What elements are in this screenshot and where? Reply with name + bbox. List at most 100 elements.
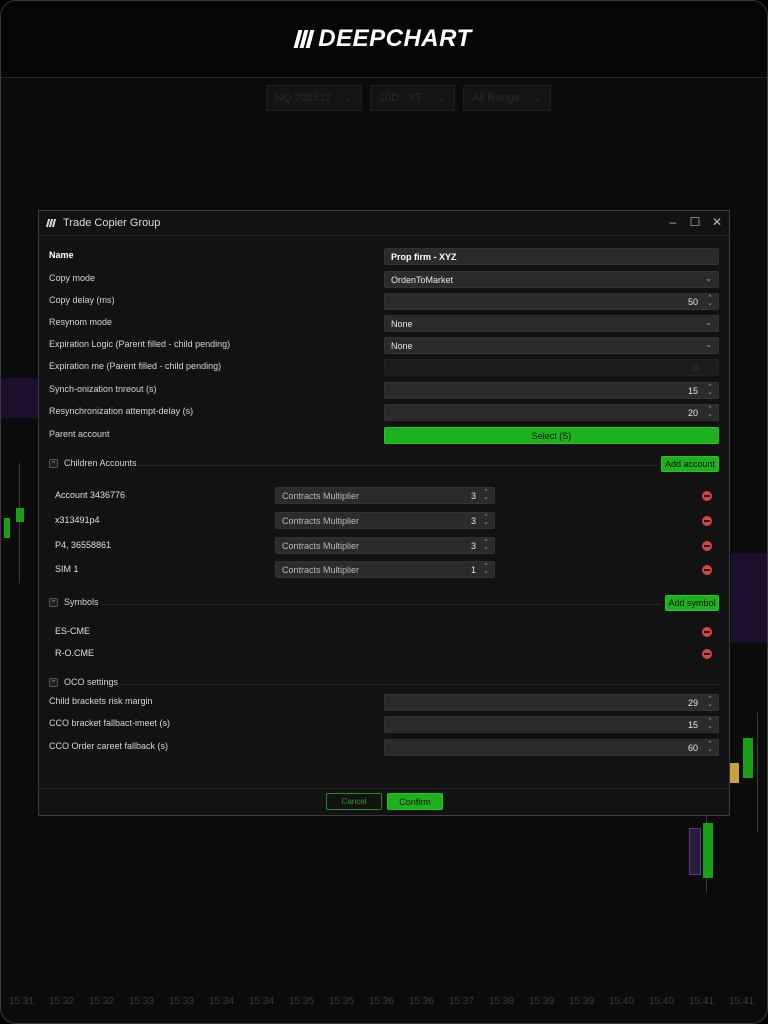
child-account-row: Account 3436776 Contracts Multiplier 3 ⌃ ⌄ [49,487,719,505]
symbol-name: ES-CME [55,626,91,636]
stepper-icon[interactable]: ⌃ ⌄ [707,295,713,307]
time-axis-tick: 15:39 [569,996,595,1007]
section-divider [137,465,657,466]
time-axis-tick: 15:35 [329,996,355,1007]
time-axis-tick: 15:34 [209,996,235,1007]
bracket-fallback-row: CCO bracket fallbact-imeet (s) 15 ⌃ ⌄ [49,716,719,734]
remove-icon[interactable] [702,541,712,551]
stepper-icon[interactable]: ⌃ ⌄ [707,718,713,730]
stepper-icon[interactable]: ⌃ ⌄ [707,696,713,708]
time-axis-tick: 15:41 [689,996,715,1007]
maximize-icon[interactable]: ☐ [689,215,701,229]
sync-timeout-row: Synch-onization tnreout (s) 15 ⌃ ⌄ [49,382,719,400]
stepper-icon[interactable]: ⌃ ⌄ [483,539,489,551]
chevron-down-icon: ⌄ [705,318,712,327]
section-divider [121,684,719,685]
symbol-row: R-O.CME [49,645,719,663]
symbol-row: ES-CME [49,623,719,641]
copy-delay-value: 50 [687,296,698,307]
symbol-select-label: NQ 202512 [275,92,332,104]
symbol-name: R-O.CME [55,648,94,658]
multiplier-input[interactable]: Contracts Multiplier 3 ⌃ ⌄ [275,487,495,504]
stepper-icon[interactable]: ⌃ ⌄ [483,514,489,526]
cancel-button-label: Cancel [341,797,367,806]
multiplier-label: Contracts Multiplier [282,540,360,551]
add-account-button[interactable]: Add account [661,456,719,472]
multiplier-input[interactable]: Contracts Multiplier 3 ⌃ ⌄ [275,512,495,529]
stepper-icon[interactable]: ⌃ ⌄ [707,384,713,396]
resync-mode-select[interactable]: None ⌄ [384,315,719,332]
exp-time-row: Expiration me (Parent filled - child pen… [49,359,719,377]
select-parent-button-label: Select (S) [531,430,572,441]
copy-mode-label: Copy mode [49,273,96,283]
exp-time-input[interactable]: 0 [384,359,719,376]
remove-icon[interactable] [702,565,712,575]
candle-wick [19,463,20,583]
candle [703,823,713,878]
collapse-toggle-icon[interactable]: ⌃ [49,459,58,468]
multiplier-input[interactable]: Contracts Multiplier 3 ⌃ ⌄ [275,537,495,554]
chevron-down-icon: ⌄ [705,274,712,283]
logo-mark-icon [293,30,315,48]
copy-delay-label: Copy delay (ms) [49,295,115,305]
remove-icon[interactable] [702,516,712,526]
name-input-value: Prop firm - XYZ [391,251,457,262]
multiplier-value: 3 [470,541,476,551]
collapse-toggle-icon[interactable]: ⌃ [49,678,58,687]
collapse-toggle-icon[interactable]: ⌃ [49,598,58,607]
volume-profile-band [731,553,767,643]
candle [4,518,10,538]
cancel-button[interactable]: Cancel [326,793,382,810]
resync-delay-label: Resynchronization attempt-delay (s) [49,406,194,416]
stepper-icon[interactable]: ⌃ ⌄ [707,741,713,753]
child-margin-value: 29 [687,697,698,708]
bracket-fallback-input[interactable]: 15 ⌃ ⌄ [384,716,719,733]
candle [743,738,753,778]
dialog-titlebar: Trade Copier Group – ☐ ✕ [39,211,729,236]
select-parent-button[interactable]: Select (S) [384,427,719,444]
time-axis-tick: 15:34 [249,996,275,1007]
child-margin-input[interactable]: 29 ⌃ ⌄ [384,694,719,711]
resync-mode-value: None [391,318,413,329]
range-select[interactable]: All Range ⌄ [463,85,551,111]
multiplier-input[interactable]: Contracts Multiplier 1 ⌃ ⌄ [275,561,495,578]
confirm-button[interactable]: Confirm [387,793,443,810]
remove-icon[interactable] [702,627,712,637]
order-fallback-input[interactable]: 60 ⌃ ⌄ [384,739,719,756]
children-section-header: ⌃ Children Accounts Add account [49,455,719,473]
child-account-name: Account 3436776 [55,490,126,500]
resync-delay-row: Resynchronization attempt-delay (s) 20 ⌃ ⌄ [49,404,719,422]
remove-icon[interactable] [702,649,712,659]
close-icon[interactable]: ✕ [711,215,723,229]
add-symbol-button[interactable]: Add symbol [665,595,719,611]
name-input[interactable]: Prop firm - XYZ [384,248,719,265]
minimize-icon[interactable]: – [667,215,679,229]
copy-delay-input[interactable]: 50 ⌃ ⌄ [384,293,719,310]
stepper-icon[interactable]: ⌃ ⌄ [483,489,489,501]
multiplier-value: 1 [470,565,476,575]
chevron-down-icon: ⌄ [343,92,353,105]
chevron-down-icon: ⌄ [436,92,446,105]
stepper-icon[interactable]: ⌃ ⌄ [483,563,489,575]
stepper-icon[interactable]: ⌃ ⌄ [707,406,713,418]
child-account-row: x313491p4 Contracts Multiplier 3 ⌃ ⌄ [49,512,719,530]
child-account-name: SIM 1 [55,564,79,574]
range-select-label: All Range [472,92,520,104]
symbol-select[interactable]: NQ 202512 ⌄ [266,85,362,111]
remove-icon[interactable] [702,491,712,501]
exp-logic-label: Expiration Logic (Parent filled - child … [49,339,231,349]
bracket-fallback-label: CCO bracket fallbact-imeet (s) [49,718,171,728]
interval-select[interactable]: 10D · 8T ⌄ [370,85,455,111]
dialog-footer: Cancel Confirm [39,788,729,817]
time-axis-tick: 15:32 [89,996,115,1007]
sync-timeout-input[interactable]: 15 ⌃ ⌄ [384,382,719,399]
parent-account-row: Parent account Select (S) [49,427,719,445]
child-account-name: x313491p4 [55,515,100,525]
copy-mode-row: Copy mode OrdenToMarket ⌄ [49,271,719,289]
time-axis-tick: 15:40 [609,996,635,1007]
multiplier-label: Contracts Multiplier [282,515,360,526]
exp-logic-select[interactable]: None ⌄ [384,337,719,354]
sync-timeout-value: 15 [687,385,698,396]
resync-delay-input[interactable]: 20 ⌃ ⌄ [384,404,719,421]
copy-mode-select[interactable]: OrdenToMarket ⌄ [384,271,719,288]
